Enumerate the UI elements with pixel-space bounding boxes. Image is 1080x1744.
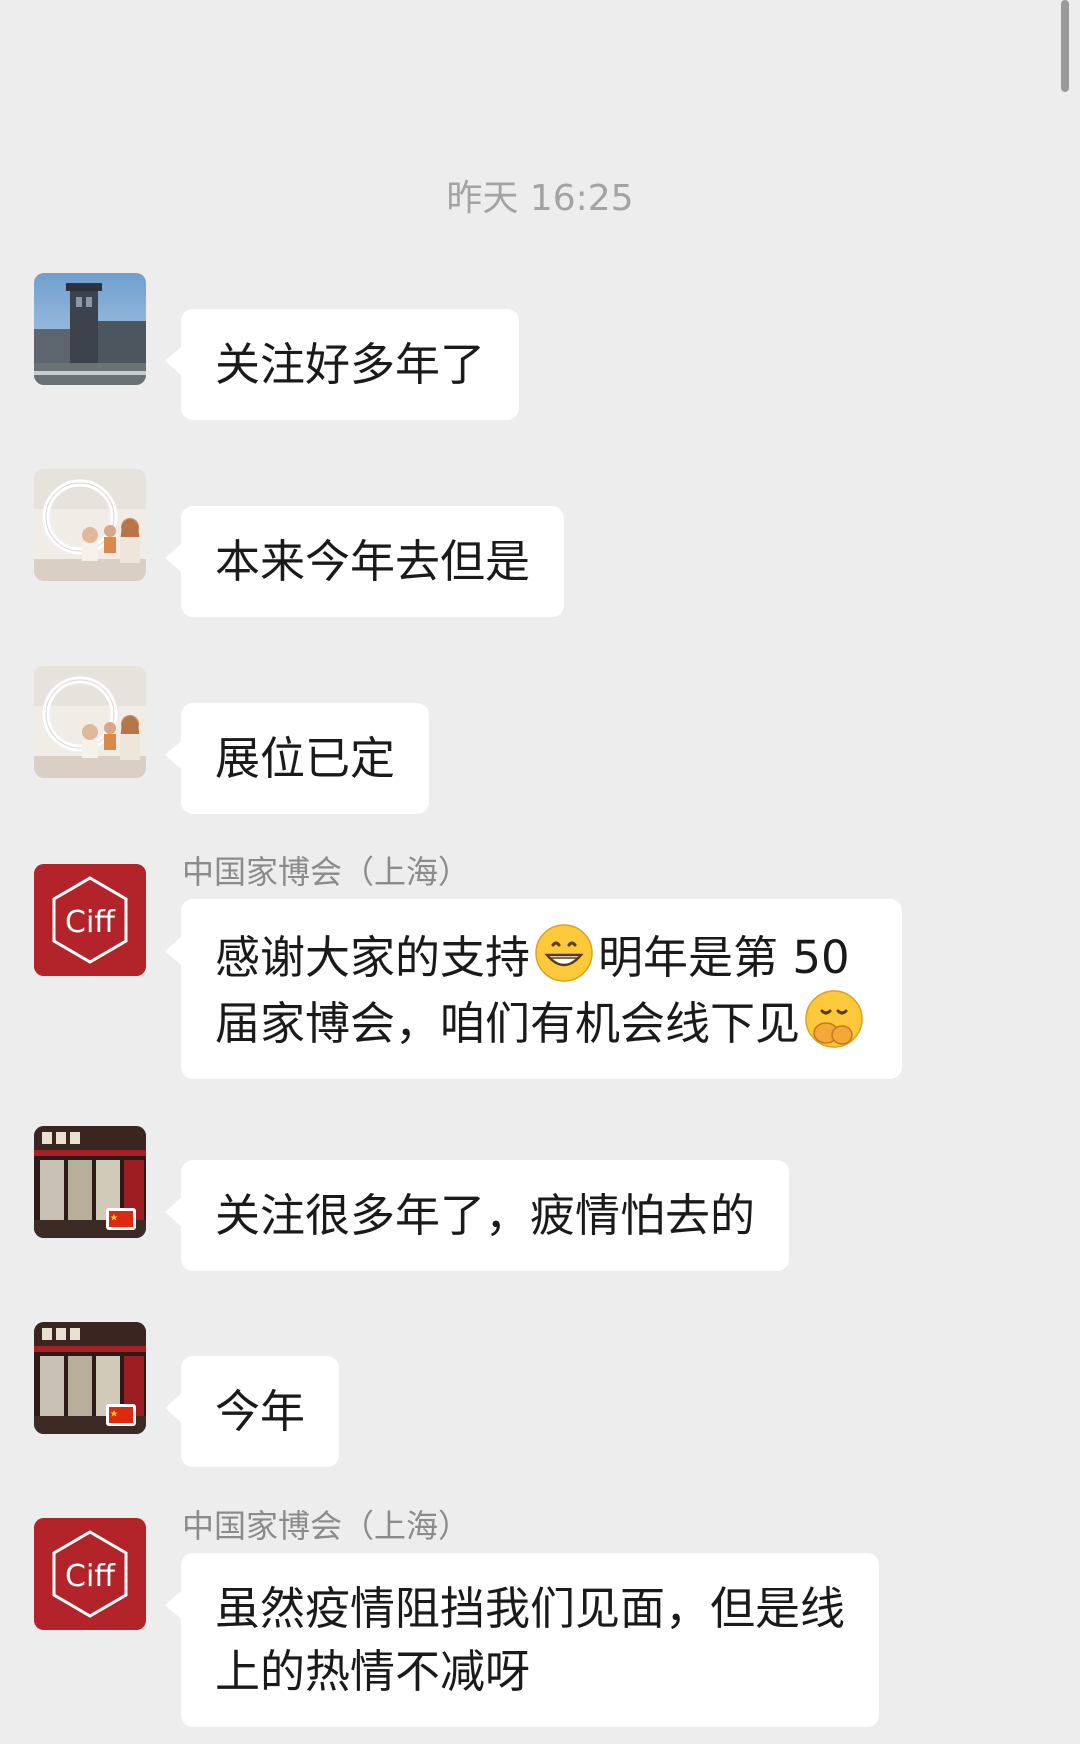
family-avatar-image: [34, 469, 146, 581]
message-text: 明年是第 50: [598, 931, 850, 984]
store-avatar-image: [34, 1126, 146, 1238]
chat-timestamp: 昨天 16:25: [446, 178, 634, 219]
ciff-logo-icon: Ciff: [34, 1518, 146, 1630]
store-avatar-image: [34, 1322, 146, 1434]
message-text: 关注很多年了，疲情怕去的: [215, 1189, 756, 1242]
message-bubble[interactable]: 本来今年去但是: [164, 506, 565, 617]
avatar-ciff[interactable]: Ciff: [34, 864, 146, 976]
message-bubble[interactable]: 感谢大家的支持 明年是第 50 届家博会，咱们有机会线下见: [164, 899, 903, 1079]
message-text: 虽然疫情阻挡我们见面，但是线: [215, 1582, 846, 1635]
avatar-family[interactable]: [34, 666, 146, 778]
message-text: 感谢大家的支持: [215, 931, 531, 984]
sender-name: 中国家博会（上海）: [182, 853, 471, 891]
message-bubble[interactable]: 虽然疫情阻挡我们见面，但是线 上的热情不减呀: [164, 1553, 880, 1727]
avatar-store[interactable]: [34, 1126, 146, 1238]
sender-name: 中国家博会（上海）: [182, 1507, 471, 1545]
avatar-family[interactable]: [34, 469, 146, 581]
family-avatar-image: [34, 666, 146, 778]
building-avatar-image: [34, 273, 146, 385]
message-text: 展位已定: [215, 732, 396, 785]
ciff-logo-text: Ciff: [65, 1559, 116, 1594]
scrollbar[interactable]: [1061, 0, 1069, 92]
message-text: 上的热情不减呀: [215, 1645, 531, 1698]
message-text: 届家博会，咱们有机会线下见: [215, 997, 801, 1050]
message-bubble[interactable]: 关注好多年了: [164, 309, 520, 420]
message-bubble[interactable]: 今年: [164, 1356, 340, 1467]
message-text: 本来今年去但是: [215, 535, 531, 588]
grinning-emoji-icon: [535, 924, 593, 982]
avatar-building[interactable]: [34, 273, 146, 385]
message-bubble[interactable]: 关注很多年了，疲情怕去的: [164, 1160, 790, 1271]
ciff-logo-text: Ciff: [65, 905, 116, 940]
ciff-logo-icon: Ciff: [34, 864, 146, 976]
avatar-ciff[interactable]: Ciff: [34, 1518, 146, 1630]
message-text: 关注好多年了: [215, 338, 486, 391]
message-bubble[interactable]: 展位已定: [164, 703, 430, 814]
shushing-face-emoji-icon: [805, 990, 863, 1048]
message-text: 今年: [215, 1385, 306, 1438]
avatar-store[interactable]: [34, 1322, 146, 1434]
